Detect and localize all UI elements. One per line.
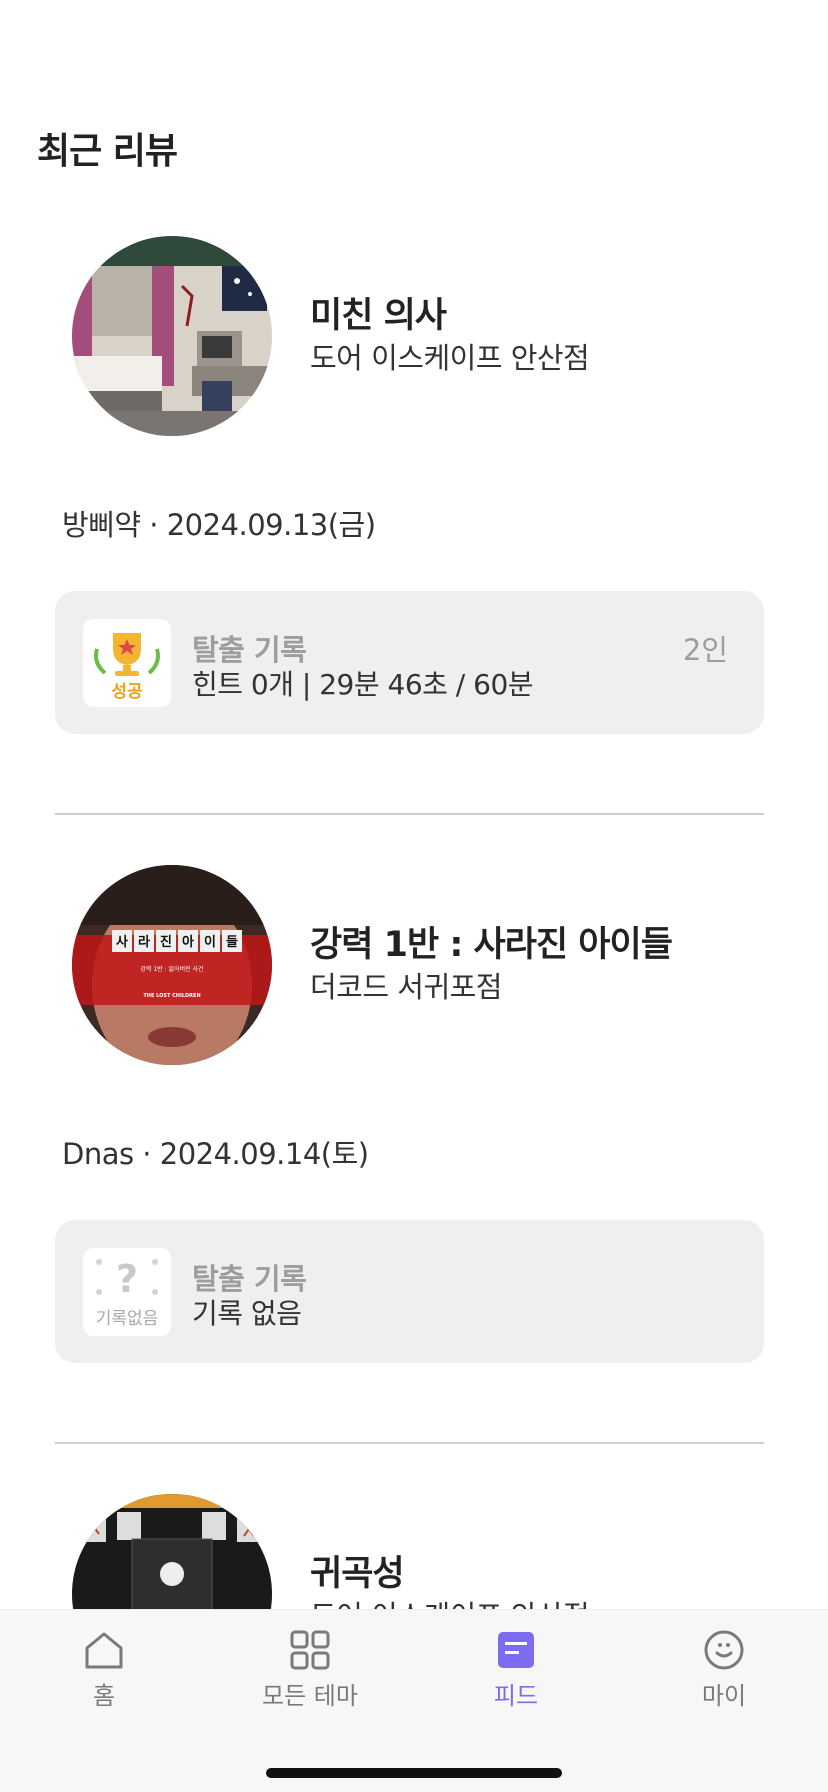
theme-name: 강력 1반 : 사라진 아이들 (310, 925, 673, 965)
poster-title-char: 진 (160, 934, 172, 950)
theme-poster-image: 사 라 진 아 이 들 강력 1반 : 잃어버린 사건 THE LOST CHI… (72, 865, 272, 1065)
theme-name: 미친 의사 (310, 296, 447, 336)
success-badge: 성공 (83, 619, 171, 707)
bottom-tab-bar: 홈 모든 테마 피드 마이 (0, 1609, 828, 1792)
badge-label: 기록없음 (95, 1309, 159, 1329)
tab-label: 홈 (92, 1682, 116, 1710)
poster-title-char: 들 (226, 935, 238, 950)
tab-home[interactable]: 홈 (14, 1628, 194, 1711)
home-indicator (266, 1768, 562, 1778)
tab-my[interactable]: 마이 (634, 1628, 814, 1711)
page-title: 최근 리뷰 (37, 131, 178, 172)
poster-subtitle: 강력 1반 : 잃어버린 사건 (140, 965, 203, 973)
theme-poster[interactable]: 사 라 진 아 이 들 강력 1반 : 잃어버린 사건 THE LOST CHI… (72, 865, 272, 1065)
tab-label: 마이 (701, 1682, 747, 1710)
divider (55, 1442, 764, 1444)
poster-english-title: THE LOST CHILDREN (143, 993, 200, 999)
record-people: 2인 (682, 633, 728, 667)
review-meta: Dnas · 2024.09.14(토) (62, 1137, 369, 1171)
badge-label: 성공 (111, 682, 143, 702)
svg-text:?: ? (116, 1257, 138, 1301)
theme-header[interactable]: 미친 의사 도어 이스케이프 안산점 (72, 236, 590, 436)
theme-header[interactable]: 사 라 진 아 이 들 강력 1반 : 잃어버린 사건 THE LOST CHI… (72, 865, 673, 1065)
record-detail: 기록 없음 (192, 1297, 302, 1330)
feed-icon (498, 1632, 534, 1668)
tab-all-themes[interactable]: 모든 테마 (220, 1628, 400, 1711)
theme-poster[interactable] (72, 236, 272, 436)
smile-icon (704, 1630, 744, 1670)
review-meta: 방삐약 · 2024.09.13(금) (62, 508, 376, 542)
escape-record-card[interactable]: ? 기록없음 탈출 기록 기록 없음 (55, 1220, 764, 1363)
poster-title-char: 라 (138, 934, 150, 950)
grid-icon (290, 1630, 330, 1670)
cafe-name: 도어 이스케이프 안산점 (310, 341, 590, 375)
escape-record-card[interactable]: 성공 탈출 기록 힌트 0개 | 29분 46초 / 60분 2인 (55, 591, 764, 734)
home-icon (85, 1632, 123, 1669)
poster-title-char: 이 (204, 934, 216, 950)
tab-label: 피드 (493, 1682, 539, 1710)
record-detail: 힌트 0개 | 29분 46초 / 60분 (192, 668, 534, 701)
poster-title-char: 아 (182, 934, 194, 950)
no-record-badge: ? 기록없음 (83, 1248, 171, 1336)
cafe-name: 더코드 서귀포점 (310, 970, 502, 1004)
tab-label: 모든 테마 (262, 1682, 358, 1710)
divider (55, 813, 764, 815)
theme-poster-image (72, 236, 272, 436)
tab-feed[interactable]: 피드 (426, 1628, 606, 1711)
poster-title-char: 사 (116, 934, 128, 950)
theme-name: 귀곡성 (310, 1554, 405, 1594)
